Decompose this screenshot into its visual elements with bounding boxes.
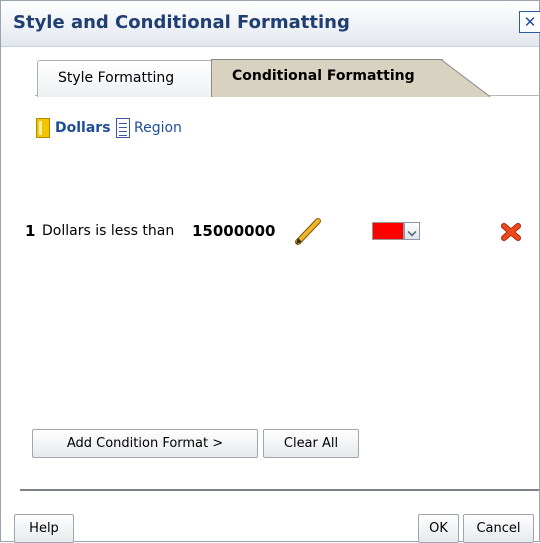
dialog-title: Style and Conditional Formatting (13, 12, 350, 33)
condition-number: 1 (25, 222, 36, 240)
ok-button[interactable]: OK (418, 514, 459, 543)
dialog-titlebar: Style and Conditional Formatting ✕ (1, 1, 540, 47)
condition-row: 1 Dollars is less than 15000000 (25, 218, 535, 246)
attribute-column-icon (116, 118, 130, 138)
measure-column-icon (36, 118, 50, 138)
column-link-region[interactable]: Region (134, 120, 182, 136)
column-link-dollars[interactable]: Dollars (55, 120, 111, 136)
style-conditional-formatting-dialog: Style and Conditional Formatting ✕ Style… (0, 0, 540, 543)
cancel-button[interactable]: Cancel (463, 514, 534, 543)
chevron-down-icon[interactable] (404, 222, 420, 240)
tab-conditional-formatting[interactable]: Conditional Formatting (211, 59, 443, 97)
condition-text: Dollars is less than (42, 223, 175, 239)
clear-all-button[interactable]: Clear All (263, 429, 359, 458)
delete-x-icon[interactable] (499, 220, 523, 244)
condition-value: 15000000 (192, 222, 276, 240)
add-condition-format-button[interactable]: Add Condition Format > (32, 429, 258, 458)
help-button[interactable]: Help (14, 514, 74, 543)
tab-style-formatting[interactable]: Style Formatting (37, 60, 213, 97)
close-button[interactable]: ✕ (519, 11, 540, 33)
color-swatch[interactable] (372, 222, 404, 240)
color-picker[interactable] (372, 222, 420, 240)
footer-separator (20, 489, 539, 491)
tab-style-formatting-label: Style Formatting (58, 70, 175, 86)
tab-conditional-formatting-label: Conditional Formatting (232, 68, 415, 84)
pencil-icon[interactable] (293, 216, 323, 246)
